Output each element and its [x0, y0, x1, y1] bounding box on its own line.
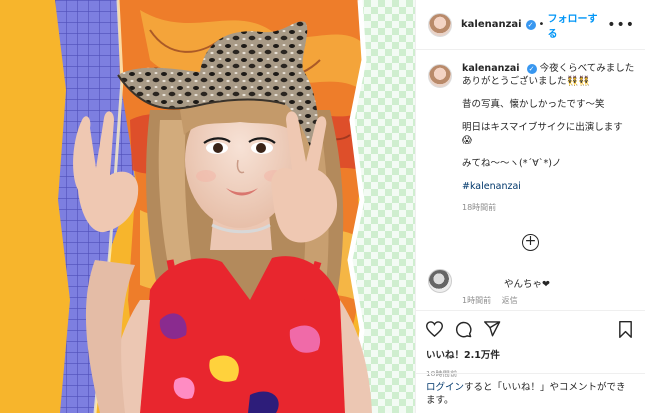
login-prompt: ログインすると「いいね！」やコメントができます。: [416, 373, 645, 413]
login-link[interactable]: ログイン: [426, 382, 464, 393]
caption-time: 18時間前: [462, 203, 497, 212]
post-side-panel: kalenanzai ✓ • フォローする ••• kalenanzai ✓ 今…: [415, 0, 645, 413]
share-icon[interactable]: [484, 321, 501, 337]
commenter-avatar[interactable]: [428, 269, 452, 293]
reply-comment: やんちゃ❤: [428, 269, 635, 293]
heart-icon[interactable]: [426, 321, 443, 337]
caption-section: kalenanzai ✓ 今夜くらべてみました ありがとうございました👯👯 昔の…: [428, 62, 635, 214]
caption-verified-badge-icon: ✓: [526, 63, 537, 74]
hashtag-link[interactable]: #kalenanzai: [462, 180, 634, 193]
verified-badge-icon: ✓: [525, 19, 536, 30]
caption-avatar[interactable]: [428, 64, 452, 88]
caption-line-1: 今夜くらべてみました: [539, 63, 635, 74]
profile-avatar[interactable]: [428, 12, 452, 37]
more-options-icon[interactable]: •••: [607, 17, 635, 33]
caption-line-2: ありがとうございました: [462, 76, 567, 87]
scream-emoji: 😱: [462, 135, 472, 146]
action-icons: [426, 319, 633, 339]
reply-time: 1時間前: [462, 296, 492, 305]
plus-circle-icon[interactable]: +: [522, 234, 539, 251]
caption-username[interactable]: kalenanzai: [462, 63, 520, 74]
post-username[interactable]: kalenanzai: [461, 19, 522, 30]
caption-body: kalenanzai ✓ 今夜くらべてみました ありがとうございました👯👯 昔の…: [462, 62, 634, 214]
photo-illustration: [0, 0, 415, 413]
post-header: kalenanzai ✓ • フォローする •••: [416, 0, 645, 50]
dancers-emoji: 👯👯: [566, 76, 591, 87]
reply-text: やんちゃ❤: [504, 279, 550, 290]
bookmark-icon[interactable]: [618, 320, 633, 338]
caption-comment: kalenanzai ✓ 今夜くらべてみました ありがとうございました👯👯 昔の…: [428, 62, 635, 214]
caption-first-paragraph: kalenanzai ✓ 今夜くらべてみました ありがとうございました👯👯: [462, 62, 634, 88]
caption-line-5: みてね〜〜ヽ(*´∀`*)ノ: [462, 158, 562, 169]
caption-line-4: 明日はキスマイブサイクに出演します: [462, 122, 623, 133]
likes-count[interactable]: いいね！2.1万件: [426, 347, 633, 361]
separator-dot: •: [538, 19, 545, 30]
post-photo: [0, 0, 415, 413]
caption-fourth-paragraph: 明日はキスマイブサイクに出演します 😱: [462, 121, 634, 147]
reply-button[interactable]: 返信: [502, 296, 518, 305]
reply-meta: 1時間前 返信: [462, 295, 526, 306]
caption-line-3: 昔の写真、懐かしかったです〜笑: [462, 99, 605, 110]
follow-button[interactable]: フォローする: [547, 10, 607, 40]
comment-icon[interactable]: [455, 321, 472, 338]
